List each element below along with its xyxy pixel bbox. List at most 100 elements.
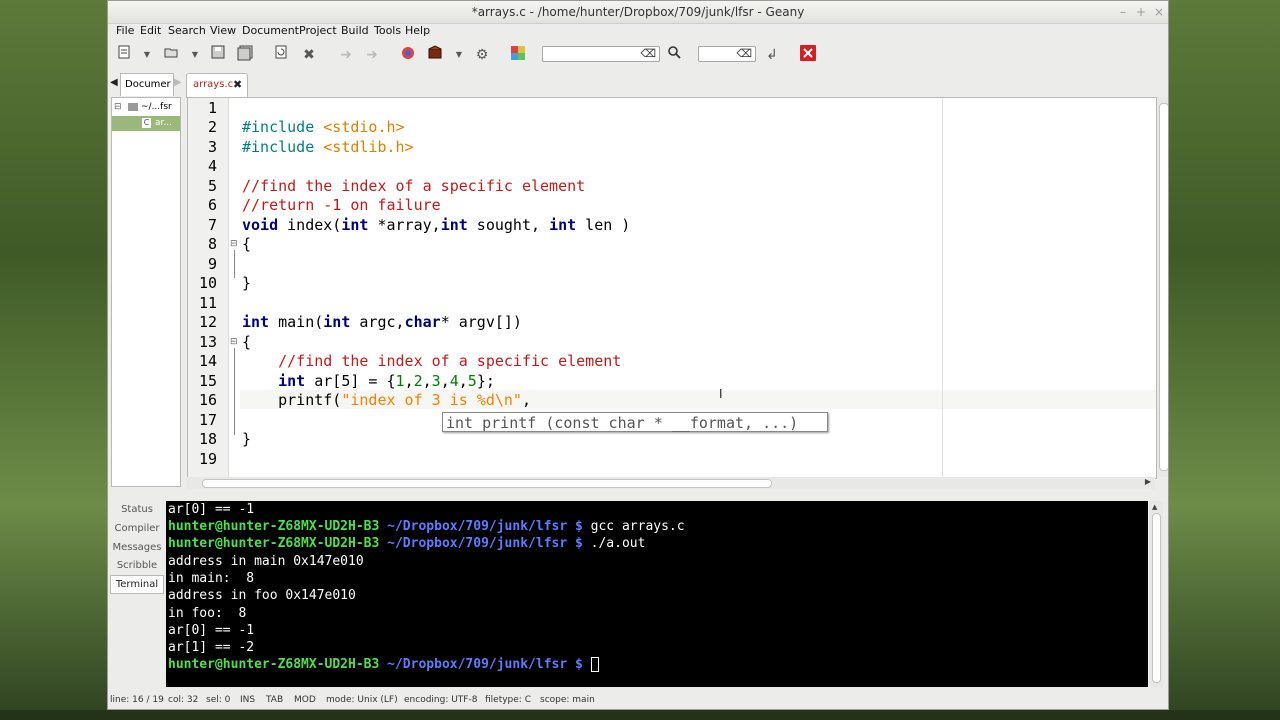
terminal-line: address in foo 0x147e010 <box>168 588 356 603</box>
code-token: int <box>549 216 577 234</box>
color-chooser-icon[interactable] <box>508 45 528 65</box>
collapse-icon[interactable]: ⊟ <box>114 99 122 115</box>
editor-horizontal-scrollbar[interactable]: ▶ <box>187 477 1155 489</box>
prompt-path: ~/Dropbox/709/junk/lfsr $ <box>379 519 583 534</box>
tab-arrays-c[interactable]: arrays.c ✖ <box>186 73 248 98</box>
tab-status[interactable]: Status <box>110 500 164 519</box>
chevron-right-icon[interactable]: ▶ <box>174 77 182 88</box>
calltip: int printf (const char * __format, ...) <box>442 412 828 432</box>
line-number-gutter: 1 2 3 4 5 6 7 8 9 10 11 12 13 14 15 16 1… <box>188 98 229 478</box>
scroll-up-icon[interactable]: ▲ <box>1152 503 1157 511</box>
close-icon[interactable]: ✖ <box>299 45 319 65</box>
tab-label: arrays.c <box>193 79 234 90</box>
status-mod: MOD <box>294 695 316 705</box>
code-token: * argv[]) <box>440 313 522 331</box>
chevron-down-icon[interactable]: ▼ <box>142 45 152 65</box>
window-close-icon[interactable]: × <box>1151 1 1167 23</box>
tree-folder-row[interactable]: ⊟ ~/...fsr <box>112 99 180 115</box>
clear-goto-icon[interactable]: ⌫ <box>736 47 752 61</box>
editor-vertical-scrollbar[interactable] <box>1157 97 1168 477</box>
save-all-icon[interactable] <box>235 45 255 65</box>
c-file-icon: C <box>142 118 151 128</box>
menu-build[interactable]: Build <box>341 24 369 37</box>
menu-view[interactable]: View <box>210 24 236 37</box>
code-token: *array, <box>368 216 441 234</box>
terminal[interactable]: ar[0] == -1 hunter@hunter-Z68MX-UD2H-B3 … <box>166 501 1148 687</box>
fold-toggle-icon[interactable]: ⊟ <box>230 239 238 249</box>
quit-icon[interactable] <box>798 45 818 65</box>
tab-terminal[interactable]: Terminal <box>110 575 164 594</box>
status-mode: mode: Unix (LF) <box>326 695 398 705</box>
code-token: "index of 3 is %d\n" <box>341 391 522 409</box>
status-ins: INS <box>240 695 256 705</box>
tab-compiler[interactable]: Compiler <box>110 519 164 538</box>
tab-documents[interactable]: Documer <box>120 73 174 96</box>
forward-icon[interactable]: ➜ <box>362 45 382 65</box>
clear-search-icon[interactable]: ⌫ <box>640 47 656 61</box>
code-token: printf( <box>242 391 342 409</box>
tree-folder-label: ~/...fsr <box>141 102 172 112</box>
fold-line <box>234 348 235 435</box>
menu-document[interactable]: Document <box>242 24 299 37</box>
code-token: 1 <box>395 372 405 390</box>
menu-tools[interactable]: Tools <box>374 24 401 37</box>
code-token: , <box>422 372 432 390</box>
menu-file[interactable]: File <box>116 24 134 37</box>
preferences-icon[interactable]: ⚙ <box>472 45 492 65</box>
window-title: *arrays.c - /home/hunter/Dropbox/709/jun… <box>471 5 805 19</box>
toolbar: ▼ ▼ ✖ ➜ ➜ ▼ ⚙ ⌫ ⌫ ↲ <box>108 41 1168 69</box>
minimize-icon[interactable]: – <box>1115 1 1131 23</box>
open-file-icon[interactable] <box>161 45 181 65</box>
compile-icon[interactable] <box>398 45 418 65</box>
tree-file-label: ar... <box>155 118 172 128</box>
menu-help[interactable]: Help <box>405 24 430 37</box>
tab-close-icon[interactable]: ✖ <box>233 78 242 91</box>
scrollbar-thumb[interactable] <box>1159 103 1168 471</box>
menu-project[interactable]: Project <box>299 24 337 37</box>
prompt-path: ~/Dropbox/709/junk/lfsr $ <box>379 536 583 551</box>
line-number: 16 <box>198 391 217 409</box>
scrollbar-thumb[interactable] <box>202 479 772 488</box>
line-number: 8 <box>207 235 217 253</box>
tree-file-row[interactable]: C ar... <box>112 116 180 131</box>
scrollbar-thumb[interactable] <box>1152 513 1161 683</box>
code-token: 3 <box>431 372 441 390</box>
chevron-left-icon[interactable]: ◀ <box>110 77 118 88</box>
build-icon[interactable] <box>425 45 445 65</box>
menu-search[interactable]: Search <box>168 24 206 37</box>
goto-line-input[interactable]: ⌫ <box>698 46 756 62</box>
jump-to-line-icon[interactable]: ↲ <box>762 45 782 65</box>
search-input[interactable]: ⌫ <box>542 46 660 62</box>
chevron-down-icon[interactable]: ▼ <box>454 45 464 65</box>
fold-line <box>234 250 235 278</box>
status-tab: TAB <box>266 695 284 705</box>
maximize-icon[interactable]: + <box>1133 1 1149 23</box>
save-icon[interactable] <box>208 45 228 65</box>
code-token: char <box>404 313 441 331</box>
status-col: col: 32 <box>168 695 199 705</box>
tab-scribble[interactable]: Scribble <box>110 556 164 575</box>
fold-toggle-icon[interactable]: ⊟ <box>230 337 238 347</box>
code-token: 5 <box>467 372 477 390</box>
status-filetype: filetype: C <box>485 695 531 705</box>
terminal-scrollbar[interactable]: ▲ <box>1149 501 1163 687</box>
code-token: int <box>341 216 369 234</box>
tab-messages[interactable]: Messages <box>110 538 164 557</box>
chevron-down-icon[interactable]: ▼ <box>190 45 200 65</box>
fold-margin: ⊟ ⊟ <box>230 98 240 478</box>
sidebar-tabs: ◀ Documer ▶ <box>108 73 186 96</box>
terminal-prompt-line: hunter@hunter-Z68MX-UD2H-B3 ~/Dropbox/70… <box>168 519 685 534</box>
code-line-18: } <box>242 430 252 448</box>
search-icon[interactable] <box>664 45 684 65</box>
code-token: <stdlib.h> <box>323 138 414 156</box>
new-file-icon[interactable] <box>114 45 134 65</box>
prompt-user: hunter@hunter-Z68MX-UD2H-B3 <box>168 536 380 551</box>
menu-edit[interactable]: Edit <box>140 24 161 37</box>
message-window-tabs: Status Compiler Messages Scribble Termin… <box>108 499 164 689</box>
status-encoding: encoding: UTF-8 <box>404 695 478 705</box>
code-token: <stdio.h> <box>323 118 405 136</box>
revert-icon[interactable] <box>271 45 291 65</box>
status-scope: scope: main <box>540 695 595 705</box>
back-icon[interactable]: ➜ <box>336 45 356 65</box>
scroll-right-icon[interactable]: ▶ <box>1145 477 1151 486</box>
